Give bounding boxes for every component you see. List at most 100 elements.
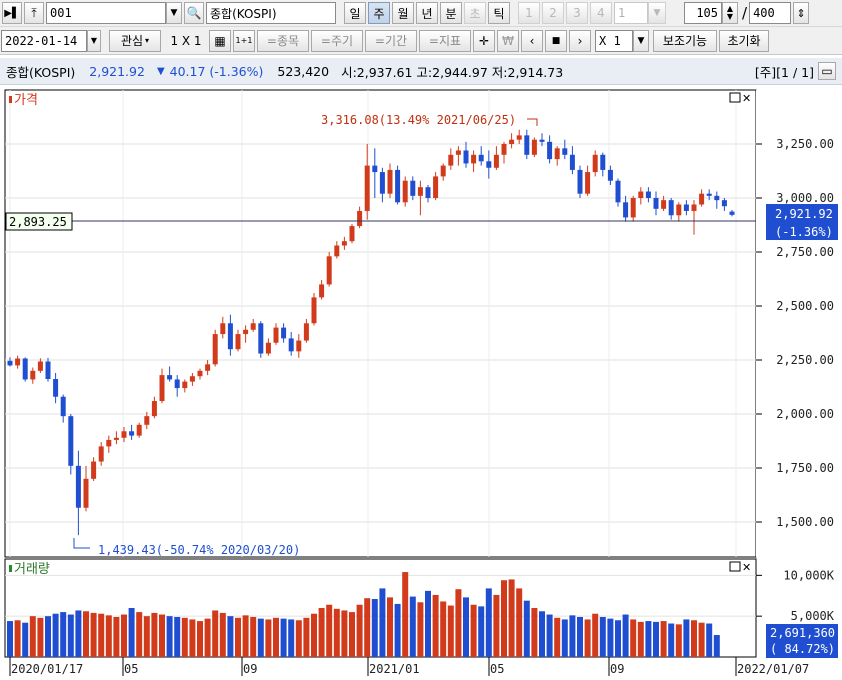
volume-bar (561, 619, 568, 657)
code-dropdown-icon[interactable]: ▼ (166, 2, 182, 24)
candle-body (417, 187, 423, 196)
candle-body (433, 176, 439, 198)
volume-bar (29, 616, 36, 657)
tab-year[interactable]: 년 (416, 2, 438, 24)
search-icon[interactable]: 🔍 (184, 2, 204, 24)
candle-body (615, 180, 621, 203)
price-panel-minimize-icon[interactable] (729, 92, 741, 103)
volume-bar (67, 614, 74, 657)
page-input[interactable]: 1 (614, 2, 648, 24)
volume-bar (523, 600, 530, 657)
wave-icon[interactable]: ₩ (497, 29, 519, 52)
candle-body (455, 150, 461, 155)
watch-button[interactable]: 관심 ▾ (109, 29, 161, 52)
scroll-right-icon[interactable]: › (569, 29, 591, 52)
time-tick-label: 05 (124, 662, 138, 676)
price-panel-close-icon[interactable]: ✕ (742, 92, 751, 105)
indicator-compare-button[interactable]: =지표 (419, 29, 471, 52)
candle (402, 176, 408, 207)
candle-body (144, 416, 150, 425)
expand-arrows-icon[interactable]: ⇕ (793, 2, 810, 24)
candle-body (691, 204, 697, 211)
period-compare-button[interactable]: =주기 (311, 29, 363, 52)
volume-bar (311, 613, 317, 657)
index-name-value: 종합(KOSPI) (210, 6, 277, 21)
onebyone-button[interactable]: 1+1 (233, 29, 255, 52)
volume-bar (607, 618, 614, 657)
candle (326, 252, 332, 287)
scroll-left-icon[interactable]: ‹ (521, 29, 543, 52)
volume-bar (189, 619, 196, 657)
tab-day[interactable]: 일 (344, 2, 366, 24)
candle-body (243, 329, 249, 335)
candle-body (387, 169, 393, 194)
volume-bar (166, 616, 173, 657)
volume-bar (136, 612, 143, 657)
reset-button[interactable]: 초기화 (719, 29, 769, 52)
count-input[interactable]: 105 (684, 2, 722, 24)
candle-body (53, 379, 59, 397)
volume-bar (37, 617, 44, 657)
price-tick-label: 2,000.00 (776, 407, 834, 421)
volume-bar (341, 610, 348, 657)
page-1-button[interactable]: 1 (518, 2, 540, 24)
code-input[interactable]: 001 (46, 2, 166, 24)
reference-price-label: 2,893.25 (9, 215, 67, 229)
grid-icon[interactable]: ▦ (209, 29, 231, 52)
volume-bar (447, 605, 454, 657)
info-settings-icon[interactable]: ▭ (818, 62, 836, 80)
candle-body (30, 370, 36, 380)
volume-bar (463, 597, 469, 657)
volume-bar (675, 624, 682, 657)
volume-bar (653, 621, 659, 657)
candle-body (623, 202, 629, 218)
multiplier-dropdown-icon[interactable]: ▼ (633, 29, 649, 52)
tab-tick[interactable]: 틱 (488, 2, 510, 24)
candle-body (509, 139, 515, 144)
page-2-button[interactable]: 2 (542, 2, 564, 24)
max-count-value: 400 (753, 6, 775, 20)
page-dropdown-icon[interactable]: ▼ (648, 2, 666, 24)
page-4-button[interactable]: 4 (590, 2, 612, 24)
volume-bar (151, 612, 158, 657)
volume-bar (668, 623, 675, 657)
pin-icon[interactable]: ▶▌ (2, 2, 22, 24)
count-spin-icon[interactable]: ▲ ▼ (722, 2, 738, 24)
stop-icon[interactable]: ■ (545, 29, 567, 52)
candle-body (326, 256, 332, 285)
volume-bar (425, 590, 431, 657)
index-name-field: 종합(KOSPI) (206, 2, 336, 24)
candle-body (37, 361, 43, 371)
item-compare-button[interactable]: =종목 (257, 29, 309, 52)
candle-body (151, 401, 157, 417)
move-top-icon[interactable]: ⤒ (24, 2, 44, 24)
date-input[interactable]: 2022-01-14 (1, 29, 87, 52)
candle-body (493, 154, 499, 168)
candle-body (91, 461, 97, 479)
page-3-button[interactable]: 3 (566, 2, 588, 24)
volume-bar (303, 617, 310, 657)
multiplier-input[interactable]: X 1 (595, 29, 633, 52)
count-separator: / (742, 4, 748, 22)
volume-panel-minimize-icon[interactable] (729, 561, 741, 572)
tab-minute[interactable]: 분 (440, 2, 462, 24)
date-dropdown-icon[interactable]: ▼ (87, 29, 101, 52)
max-count-input[interactable]: 400 (749, 2, 792, 24)
price-panel-title: 가격 (14, 93, 38, 108)
tab-week[interactable]: 주 (368, 2, 390, 24)
range-compare-button[interactable]: =기간 (365, 29, 417, 52)
candle-body (121, 431, 127, 438)
volume-bar (713, 635, 720, 657)
tab-second[interactable]: 초 (464, 2, 486, 24)
stock-chart[interactable]: 2,893.25 가격 ✕ 3,316.08(13.49% 2021/06/25… (0, 86, 842, 680)
volume-bar (516, 588, 523, 657)
volume-tick-label: 10,000K (783, 568, 834, 582)
tab-month[interactable]: 월 (392, 2, 414, 24)
candle-body (531, 139, 537, 155)
sub-function-button[interactable]: 보조기능 (653, 29, 717, 52)
volume-panel-close-icon[interactable]: ✕ (742, 561, 751, 574)
volume-bar (219, 612, 226, 657)
volume-bar (295, 620, 302, 657)
crosshair-icon[interactable]: ✛ (473, 29, 495, 52)
candle-body (311, 297, 317, 324)
